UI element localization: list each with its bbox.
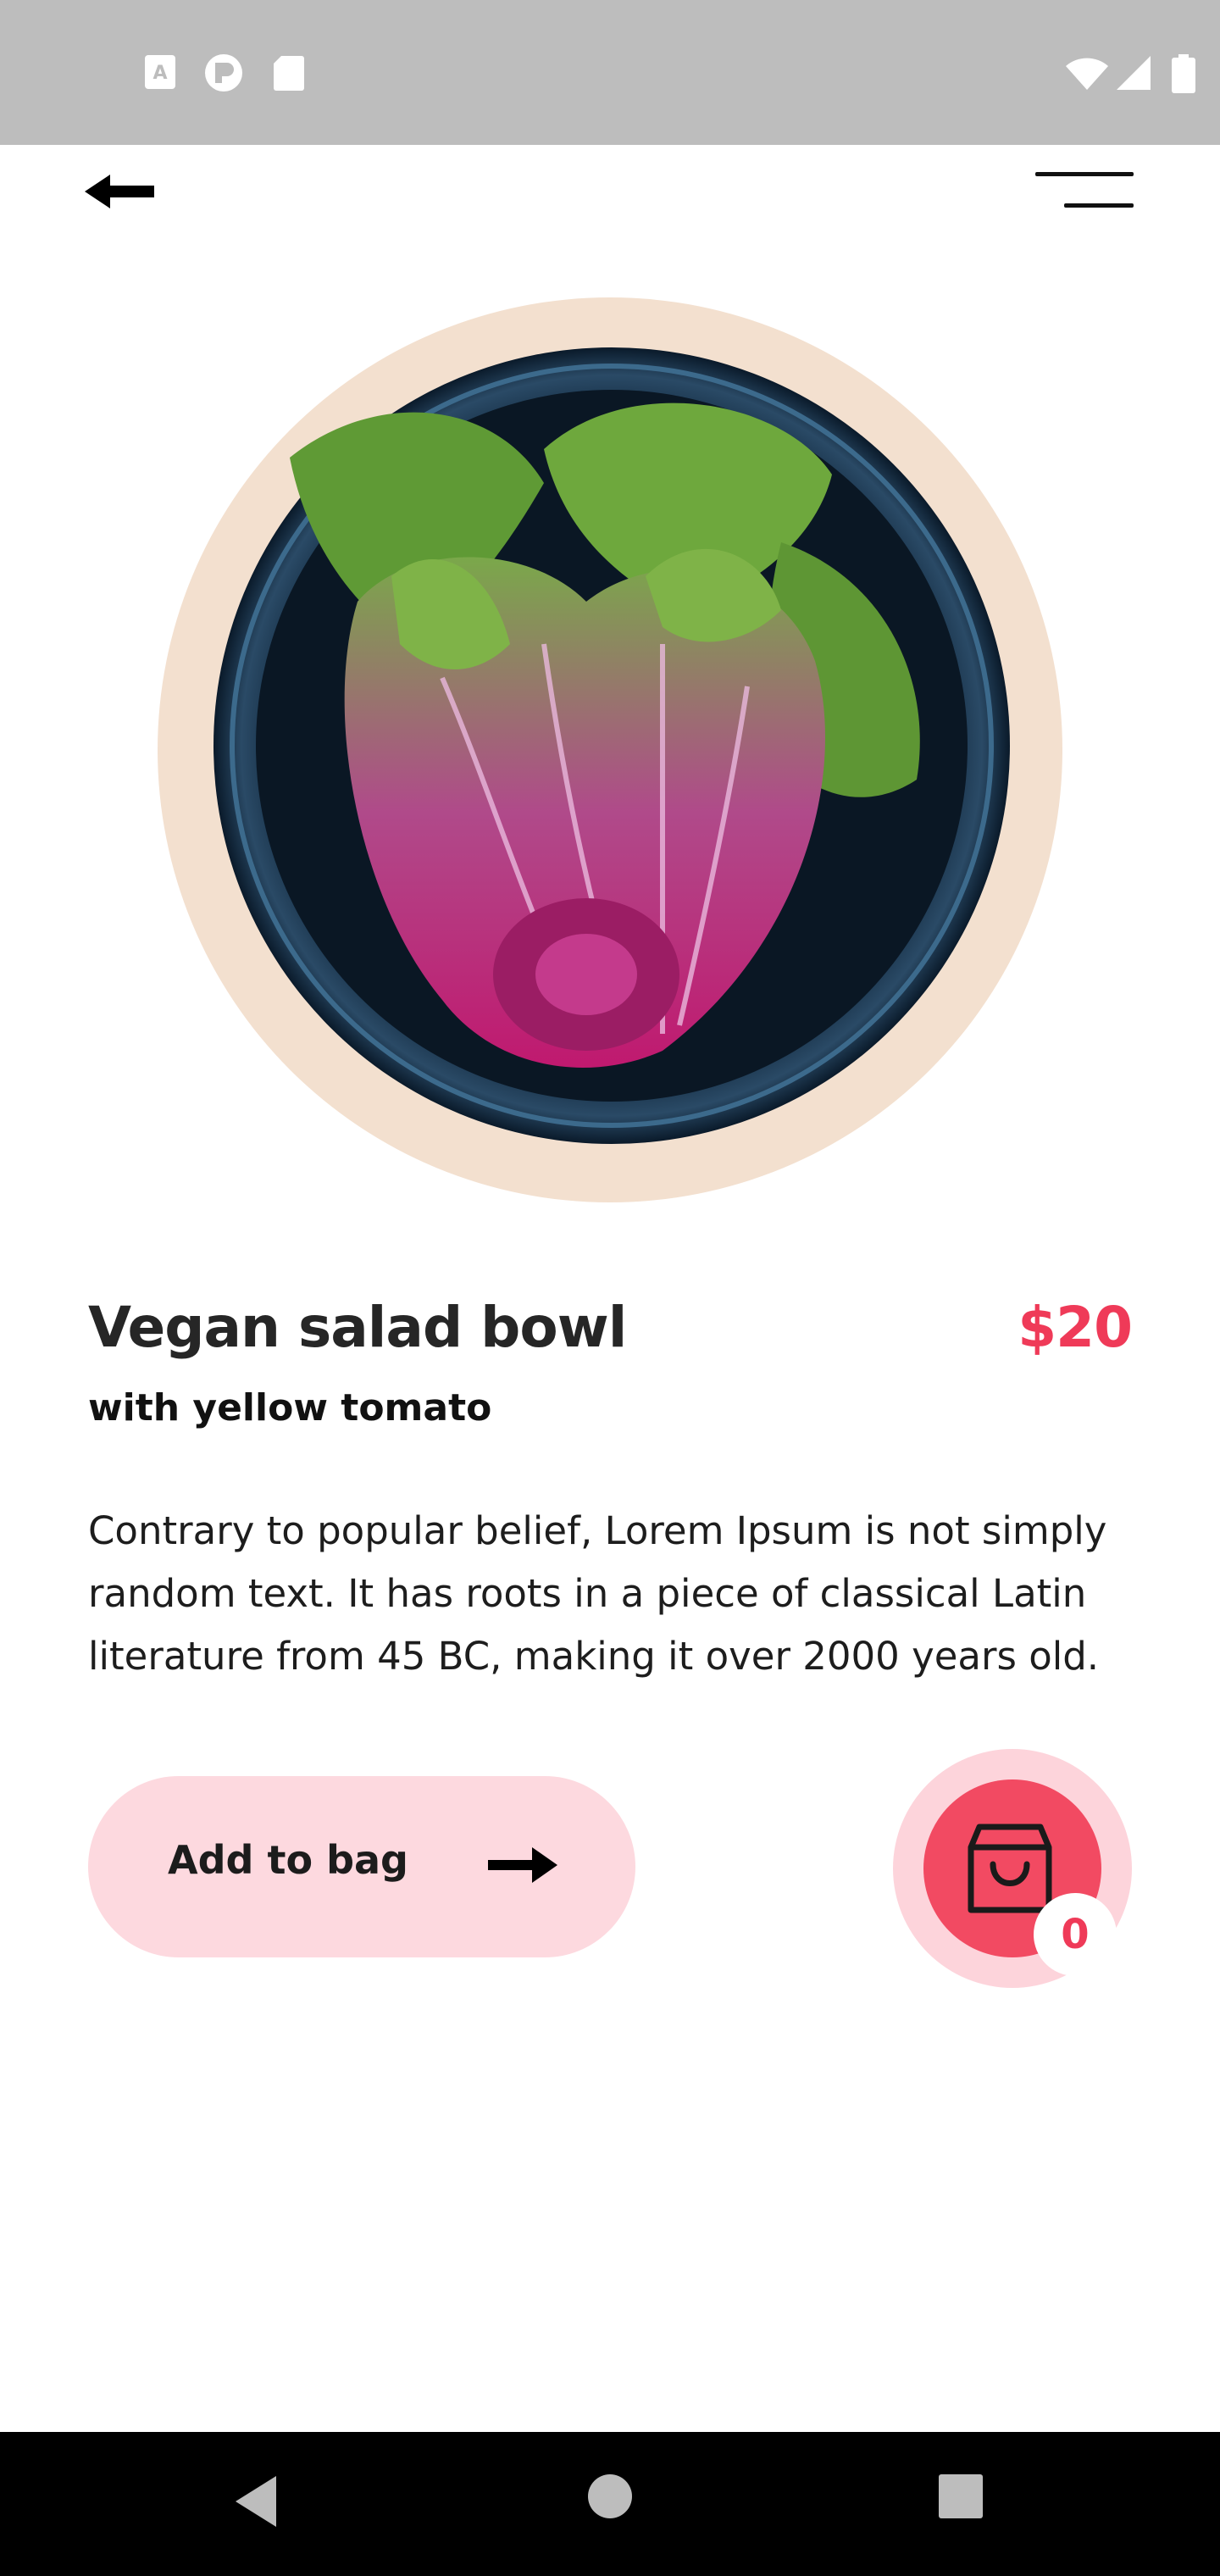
- nav-back-icon[interactable]: [230, 2473, 281, 2530]
- product-price: $20: [1018, 1295, 1133, 1360]
- cart-circle: 0: [923, 1779, 1117, 1976]
- status-bar: A: [0, 0, 1220, 145]
- sd-card-icon: [274, 56, 304, 91]
- back-button[interactable]: [81, 166, 163, 217]
- add-to-bag-button[interactable]: Add to bag: [88, 1776, 635, 1957]
- cell-signal-icon: [1117, 56, 1151, 90]
- menu-button[interactable]: [1025, 166, 1135, 217]
- cart-button[interactable]: 0: [893, 1749, 1132, 1988]
- product-description: Contrary to popular belief, Lorem Ipsum …: [88, 1508, 1107, 1679]
- add-to-bag-label: Add to bag: [168, 1837, 408, 1883]
- system-nav-bar: [0, 2432, 1220, 2576]
- a-notification-icon: A: [145, 55, 175, 89]
- arrow-right-icon: [488, 1847, 557, 1883]
- wifi-icon: [1066, 58, 1108, 90]
- svg-text:A: A: [152, 63, 167, 84]
- nav-home-icon[interactable]: [586, 2473, 634, 2520]
- nav-recents-icon[interactable]: [937, 2473, 984, 2520]
- menu-lines-icon: [1035, 172, 1134, 208]
- product-subtitle: with yellow tomato: [88, 1386, 492, 1430]
- salad-bowl-image: [214, 347, 1010, 1144]
- battery-icon: [1172, 54, 1195, 93]
- product-title: Vegan salad bowl: [88, 1295, 627, 1360]
- shopping-bag-icon: [968, 1824, 1052, 1913]
- p-notification-icon: [205, 54, 242, 92]
- arrow-left-icon: [85, 175, 154, 208]
- cart-count-badge: 0: [1034, 1893, 1117, 1976]
